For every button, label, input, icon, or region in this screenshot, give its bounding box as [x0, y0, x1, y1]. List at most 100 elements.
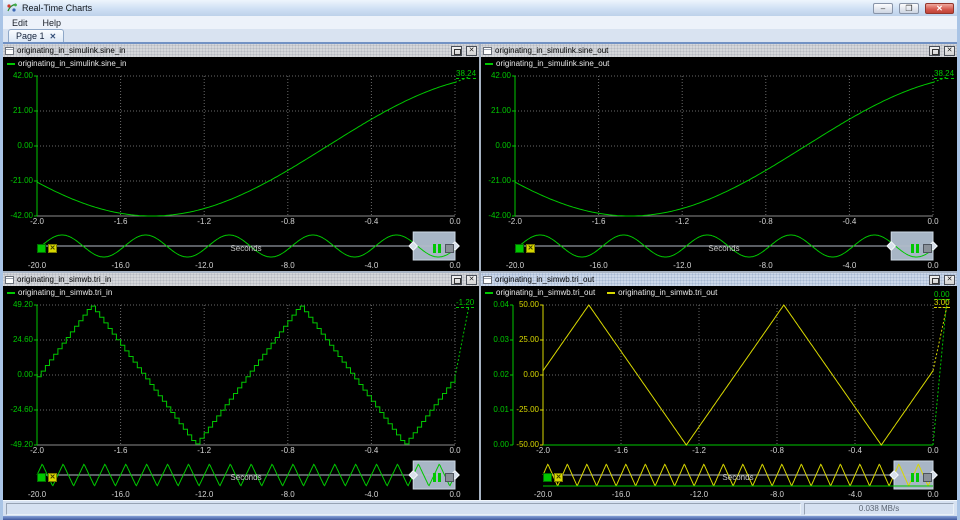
chart-window-sine-in: originating_in_simulink.sine_in ✕ origin… — [3, 44, 479, 271]
y-tick-label: -21.00 — [488, 176, 511, 185]
x-tick-label: -1.2 — [675, 217, 690, 226]
y-tick-label: -42.00 — [488, 211, 511, 220]
x-tick-label: -2.0 — [508, 217, 522, 226]
legend: originating_in_simulink.sine_out — [485, 59, 609, 68]
run-button[interactable] — [37, 244, 46, 253]
y-tick-label: -21.00 — [10, 176, 33, 185]
pause-button[interactable] — [433, 244, 441, 253]
clear-button[interactable]: ✕ — [48, 244, 57, 253]
clear-button[interactable]: ✕ — [48, 473, 57, 482]
chart-controls-left: ✕ — [37, 244, 57, 253]
y-tick-label: 49.20 — [12, 300, 33, 309]
overview-tick-label: -4.0 — [848, 490, 862, 499]
legend: originating_in_simulink.sine_in — [7, 59, 127, 68]
y-tick-label: 21.00 — [12, 106, 33, 115]
tab-close-icon[interactable]: ✕ — [50, 31, 57, 42]
stop-button[interactable] — [445, 473, 454, 482]
y-tick-label: 0.00 — [523, 370, 539, 379]
panel-title: originating_in_simwb.tri_out — [495, 275, 595, 284]
legend-item: originating_in_simulink.sine_out — [485, 59, 609, 68]
chart-area[interactable]: originating_in_simulink.sine_out Seconds… — [481, 57, 957, 271]
legend-label: originating_in_simulink.sine_in — [18, 59, 127, 68]
menu-edit[interactable]: Edit — [12, 17, 28, 29]
chart-area[interactable]: originating_in_simulink.sine_in Seconds … — [3, 57, 479, 271]
x-axis-title: Seconds — [708, 244, 740, 253]
window-icon — [5, 275, 14, 284]
x-tick-label: -1.6 — [614, 446, 628, 455]
overview-tick-label: -20.0 — [533, 490, 553, 499]
panel-titlebar[interactable]: originating_in_simulink.sine_out ✕ — [481, 44, 957, 57]
app-window: Real-Time Charts – ❐ ✕ Edit Help Page 1 … — [0, 0, 960, 520]
y-tick-label: -42.00 — [10, 211, 33, 220]
pause-button[interactable] — [911, 244, 919, 253]
menu-help[interactable]: Help — [43, 17, 62, 29]
chart-controls-right — [911, 473, 932, 482]
overview-tick-label: -4.0 — [364, 490, 379, 499]
chart-svg[interactable] — [3, 57, 479, 271]
y-tick-label: 42.00 — [490, 71, 511, 80]
chart-controls-right — [433, 473, 454, 482]
overview-tick-label: -16.0 — [589, 261, 608, 270]
stop-button[interactable] — [923, 244, 932, 253]
maximize-icon[interactable] — [929, 45, 940, 56]
maximize-button[interactable]: ❐ — [899, 2, 919, 14]
status-bar: 0.038 MB/s — [3, 500, 957, 516]
window-frame-bottom — [3, 516, 957, 520]
run-button[interactable] — [543, 473, 552, 482]
close-icon[interactable]: ✕ — [944, 274, 955, 285]
panel-titlebar[interactable]: originating_in_simulink.sine_in ✕ — [3, 44, 479, 57]
maximize-icon[interactable] — [451, 274, 462, 285]
tab-label: Page 1 — [16, 30, 45, 41]
y-tick-label: 42.00 — [12, 71, 33, 80]
y-tick-label: 25.00 — [518, 335, 539, 344]
close-icon[interactable]: ✕ — [466, 274, 477, 285]
close-icon[interactable]: ✕ — [466, 45, 477, 56]
titlebar[interactable]: Real-Time Charts – ❐ ✕ — [3, 0, 957, 16]
panel-titlebar[interactable]: originating_in_simwb.tri_in ✕ — [3, 273, 479, 286]
stop-button[interactable] — [923, 473, 932, 482]
x-tick-label: -0.4 — [364, 446, 379, 455]
maximize-icon[interactable] — [929, 274, 940, 285]
chart-svg[interactable] — [3, 286, 479, 500]
overview-tick-label: 0.0 — [449, 261, 461, 270]
overview-tick-label: 0.0 — [927, 261, 939, 270]
series-color-dash — [485, 291, 493, 294]
run-button[interactable] — [37, 473, 46, 482]
run-button[interactable] — [515, 244, 524, 253]
maximize-icon[interactable] — [451, 45, 462, 56]
x-tick-label: -0.4 — [848, 446, 862, 455]
chart-svg[interactable] — [481, 57, 957, 271]
panel-title: originating_in_simulink.sine_in — [17, 46, 126, 55]
legend: originating_in_simwb.tri_out originating… — [485, 288, 717, 297]
minimize-button[interactable]: – — [873, 2, 893, 14]
pause-button[interactable] — [911, 473, 919, 482]
close-button[interactable]: ✕ — [925, 2, 954, 14]
clear-button[interactable]: ✕ — [526, 244, 535, 253]
chart-area[interactable]: originating_in_simwb.tri_out originating… — [481, 286, 957, 500]
stop-button[interactable] — [445, 244, 454, 253]
x-tick-label: -0.8 — [280, 217, 295, 226]
series-color-dash — [7, 291, 15, 294]
overview-tick-label: -8.0 — [770, 490, 784, 499]
pause-button[interactable] — [433, 473, 441, 482]
x-tick-label: -1.6 — [113, 446, 128, 455]
panel-titlebar[interactable]: originating_in_simwb.tri_out ✕ — [481, 273, 957, 286]
tab-page-1[interactable]: Page 1 ✕ — [8, 29, 65, 42]
x-tick-label: -2.0 — [30, 446, 44, 455]
overview-tick-label: -12.0 — [195, 490, 214, 499]
series-color-dash — [607, 291, 616, 294]
current-value-label: 3.00 — [934, 298, 950, 308]
chart-window-tri-out: originating_in_simwb.tri_out ✕ originati… — [481, 273, 957, 500]
legend-item: originating_in_simwb.tri_out — [607, 288, 717, 297]
x-tick-label: -1.2 — [197, 217, 212, 226]
current-value-label: 38.24 — [934, 69, 955, 79]
overview-tick-label: -16.0 — [611, 490, 631, 499]
chart-svg[interactable] — [481, 286, 957, 500]
y-tick-label: -24.60 — [10, 405, 33, 414]
overview-tick-label: -20.0 — [27, 490, 47, 499]
close-icon[interactable]: ✕ — [944, 45, 955, 56]
x-tick-label: -1.2 — [692, 446, 706, 455]
clear-button[interactable]: ✕ — [554, 473, 563, 482]
legend-label: originating_in_simwb.tri_out — [618, 288, 718, 297]
chart-area[interactable]: originating_in_simwb.tri_in Seconds ✕ 49… — [3, 286, 479, 500]
